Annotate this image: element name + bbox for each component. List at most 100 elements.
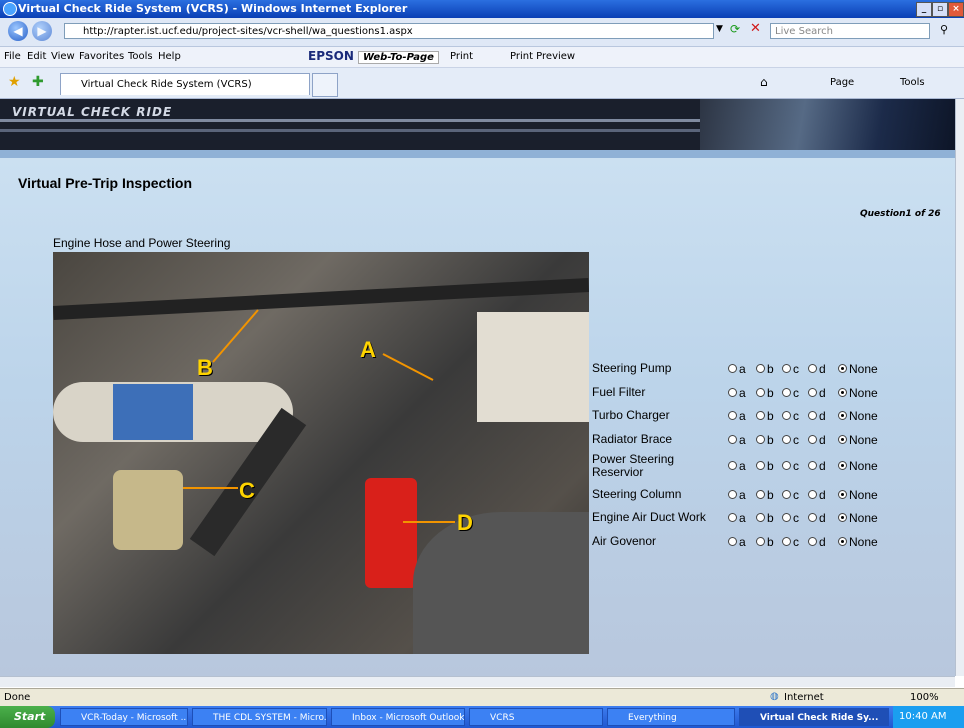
- radio-button[interactable]: [728, 490, 737, 500]
- radio-option-b[interactable]: b: [756, 362, 774, 376]
- radio-option-none[interactable]: None: [838, 459, 878, 473]
- radio-button[interactable]: [756, 537, 765, 547]
- search-input[interactable]: Live Search: [770, 23, 930, 39]
- task-virtual-check-ride[interactable]: Virtual Check Ride Sy...: [739, 708, 889, 726]
- radio-button[interactable]: [728, 435, 737, 445]
- radio-option-d[interactable]: d: [808, 511, 826, 525]
- radio-option-d[interactable]: d: [808, 433, 826, 447]
- page-menu[interactable]: Page: [830, 77, 854, 88]
- start-button[interactable]: Start: [0, 706, 55, 728]
- radio-option-a[interactable]: a: [728, 535, 746, 549]
- menu-help[interactable]: Help: [158, 51, 181, 62]
- radio-option-b[interactable]: b: [756, 535, 774, 549]
- radio-button[interactable]: [728, 388, 737, 398]
- radio-option-c[interactable]: c: [782, 409, 799, 423]
- radio-option-d[interactable]: d: [808, 409, 826, 423]
- radio-option-d[interactable]: d: [808, 535, 826, 549]
- radio-button[interactable]: [838, 435, 847, 445]
- radio-button[interactable]: [808, 490, 817, 500]
- menu-view[interactable]: View: [51, 51, 75, 62]
- radio-option-c[interactable]: c: [782, 511, 799, 525]
- task-outlook[interactable]: Inbox - Microsoft Outlook: [331, 708, 465, 726]
- radio-button[interactable]: [838, 490, 847, 500]
- url-field[interactable]: http://rapter.ist.ucf.edu/project-sites/…: [64, 23, 714, 39]
- radio-option-d[interactable]: d: [808, 459, 826, 473]
- close-button[interactable]: ×: [948, 2, 964, 17]
- radio-option-none[interactable]: None: [838, 488, 878, 502]
- home-icon[interactable]: ⌂: [760, 75, 768, 89]
- refresh-icon[interactable]: ⟳: [730, 22, 740, 36]
- radio-option-c[interactable]: c: [782, 459, 799, 473]
- radio-button[interactable]: [808, 388, 817, 398]
- radio-button[interactable]: [838, 388, 847, 398]
- radio-option-c[interactable]: c: [782, 386, 799, 400]
- menu-file[interactable]: File: [4, 51, 21, 62]
- radio-option-c[interactable]: c: [782, 535, 799, 549]
- radio-button[interactable]: [838, 411, 847, 421]
- menu-edit[interactable]: Edit: [27, 51, 46, 62]
- radio-option-a[interactable]: a: [728, 386, 746, 400]
- radio-button[interactable]: [756, 461, 765, 471]
- radio-option-none[interactable]: None: [838, 409, 878, 423]
- radio-option-b[interactable]: b: [756, 433, 774, 447]
- radio-option-a[interactable]: a: [728, 488, 746, 502]
- radio-button[interactable]: [782, 513, 791, 523]
- radio-option-a[interactable]: a: [728, 511, 746, 525]
- zoom-level[interactable]: 100%: [910, 692, 939, 703]
- forward-icon[interactable]: ▶: [32, 21, 52, 41]
- print-button[interactable]: Print: [450, 51, 473, 62]
- vertical-scrollbar[interactable]: [955, 99, 964, 676]
- radio-button[interactable]: [728, 411, 737, 421]
- add-favorite-icon[interactable]: ✚: [32, 74, 44, 90]
- radio-option-c[interactable]: c: [782, 488, 799, 502]
- radio-button[interactable]: [756, 435, 765, 445]
- radio-button[interactable]: [838, 461, 847, 471]
- radio-button[interactable]: [838, 537, 847, 547]
- radio-button[interactable]: [782, 411, 791, 421]
- tab-vcrs[interactable]: Virtual Check Ride System (VCRS): [60, 73, 310, 95]
- radio-option-b[interactable]: b: [756, 511, 774, 525]
- radio-option-b[interactable]: b: [756, 488, 774, 502]
- radio-option-c[interactable]: c: [782, 433, 799, 447]
- radio-button[interactable]: [838, 364, 847, 374]
- radio-option-b[interactable]: b: [756, 409, 774, 423]
- radio-option-a[interactable]: a: [728, 459, 746, 473]
- task-vcrs-folder[interactable]: VCRS: [469, 708, 603, 726]
- radio-option-none[interactable]: None: [838, 535, 878, 549]
- radio-option-none[interactable]: None: [838, 433, 878, 447]
- back-icon[interactable]: ◀: [8, 21, 28, 41]
- radio-button[interactable]: [808, 537, 817, 547]
- radio-button[interactable]: [728, 364, 737, 374]
- radio-option-b[interactable]: b: [756, 459, 774, 473]
- radio-option-d[interactable]: d: [808, 362, 826, 376]
- favorites-star-icon[interactable]: ★: [8, 74, 21, 90]
- url-dropdown-icon[interactable]: ▼: [716, 24, 723, 34]
- radio-button[interactable]: [808, 411, 817, 421]
- radio-button[interactable]: [808, 364, 817, 374]
- radio-button[interactable]: [756, 490, 765, 500]
- radio-button[interactable]: [728, 537, 737, 547]
- radio-button[interactable]: [782, 364, 791, 374]
- radio-option-c[interactable]: c: [782, 362, 799, 376]
- radio-option-a[interactable]: a: [728, 409, 746, 423]
- radio-button[interactable]: [756, 513, 765, 523]
- radio-option-none[interactable]: None: [838, 511, 878, 525]
- radio-option-a[interactable]: a: [728, 362, 746, 376]
- radio-button[interactable]: [756, 388, 765, 398]
- menu-tools[interactable]: Tools: [128, 51, 153, 62]
- radio-option-d[interactable]: d: [808, 488, 826, 502]
- task-vcr-today[interactable]: VCR-Today - Microsoft ...: [60, 708, 188, 726]
- search-icon[interactable]: ⚲: [940, 23, 948, 36]
- task-cdl-system[interactable]: THE CDL SYSTEM - Micro...: [192, 708, 327, 726]
- radio-button[interactable]: [782, 537, 791, 547]
- radio-option-none[interactable]: None: [838, 362, 878, 376]
- maximize-button[interactable]: ▫: [932, 2, 948, 17]
- minimize-button[interactable]: _: [916, 2, 932, 17]
- horizontal-scrollbar[interactable]: [0, 676, 955, 687]
- radio-button[interactable]: [808, 513, 817, 523]
- menu-favorites[interactable]: Favorites: [79, 51, 124, 62]
- radio-button[interactable]: [728, 513, 737, 523]
- new-tab-button[interactable]: [312, 73, 338, 97]
- print-preview-button[interactable]: Print Preview: [510, 51, 575, 62]
- radio-button[interactable]: [808, 461, 817, 471]
